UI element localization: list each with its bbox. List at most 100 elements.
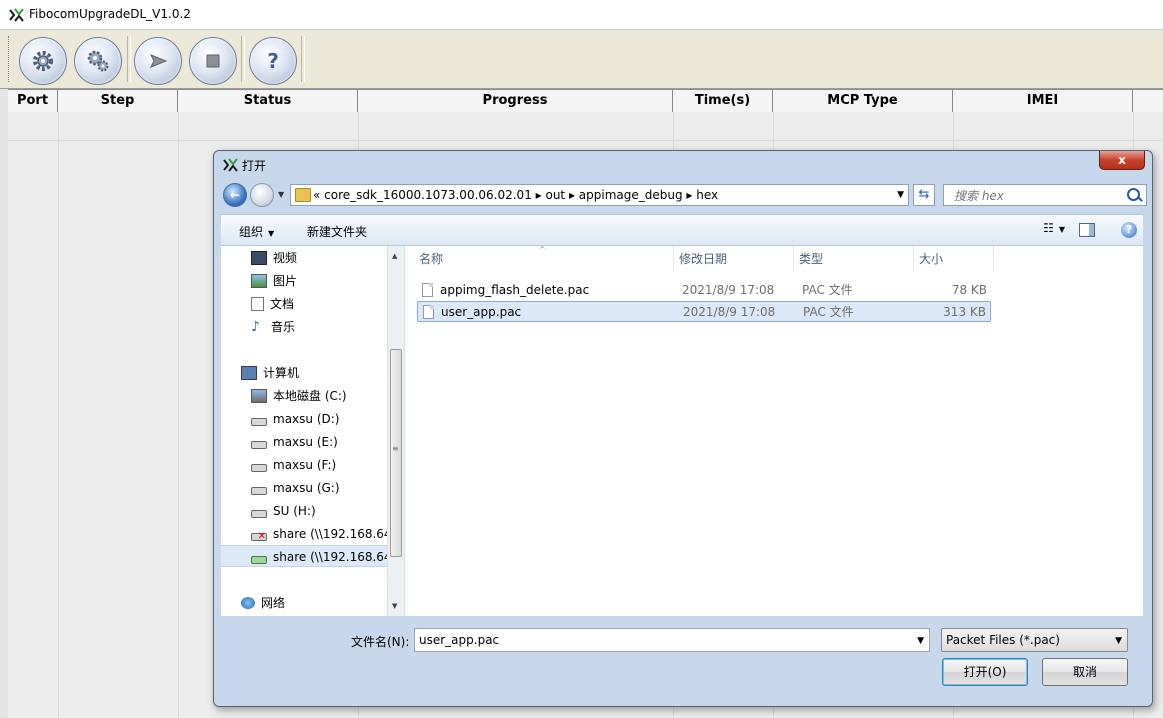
filename-value: user_app.pac [419, 633, 500, 647]
file-row-selected[interactable]: user_app.pac 2021/8/9 17:08 PAC 文件 313 K… [417, 301, 991, 322]
nav-item-label: 网络 [261, 596, 286, 610]
nav-item-label: share (\\192.168.64. [273, 527, 396, 541]
advanced-settings-icon [87, 50, 109, 72]
drive-icon [251, 440, 267, 449]
organize-menu[interactable]: 组织 ▼ [239, 223, 274, 240]
drive-icon [251, 417, 267, 426]
view-options-button[interactable]: ☷ ▼ [1043, 221, 1065, 235]
cancel-button[interactable]: 取消 [1042, 658, 1128, 686]
refresh-button[interactable]: ⇆ [913, 184, 935, 206]
history-dropdown-icon[interactable]: ▼ [278, 190, 284, 199]
toolbar-separator [241, 36, 245, 82]
nav-item-network-share[interactable]: share (\\192.168.64. [221, 545, 387, 567]
back-button[interactable]: ← [223, 183, 247, 207]
document-icon [251, 296, 264, 311]
nav-item-label: 本地磁盘 (C:) [273, 389, 347, 403]
sort-ascending-icon: ^ [539, 245, 546, 254]
video-icon [251, 250, 267, 265]
chevron-down-icon: ▼ [268, 229, 275, 238]
nav-item-computer[interactable]: 计算机 [221, 362, 407, 384]
file-row[interactable]: appimg_flash_delete.pac 2021/8/9 17:08 P… [417, 280, 991, 301]
nav-item-label: 视频 [273, 251, 298, 265]
nav-item-label: maxsu (G:) [273, 481, 340, 495]
nav-item-label: maxsu (D:) [273, 412, 340, 426]
computer-icon [241, 365, 257, 380]
column-header-type[interactable]: 类型 [794, 246, 914, 272]
chevron-down-icon: ▼ [1058, 225, 1065, 234]
nav-item-label: 文档 [270, 297, 295, 311]
dialog-app-icon [223, 158, 238, 172]
address-dropdown-icon[interactable]: ▼ [897, 190, 904, 200]
file-type: PAC 文件 [803, 305, 854, 319]
scroll-down-icon[interactable]: ▼ [392, 602, 397, 610]
network-icon [241, 596, 255, 609]
file-icon [422, 283, 433, 297]
column-header-port[interactable]: Port [8, 90, 58, 112]
stop-button[interactable] [189, 37, 237, 85]
chevron-down-icon[interactable]: ▼ [917, 636, 924, 646]
nav-item-label: 计算机 [263, 366, 300, 380]
network-drive-icon [251, 555, 267, 564]
settings-icon [33, 51, 53, 71]
advanced-settings-button[interactable] [74, 37, 122, 85]
column-header-name[interactable]: 名称 ^ [414, 245, 674, 272]
music-icon: ♪ [251, 318, 260, 335]
start-button[interactable] [134, 37, 182, 85]
column-header-step[interactable]: Step [58, 90, 178, 112]
nav-item-label: maxsu (E:) [273, 435, 338, 449]
breadcrumb[interactable]: « core_sdk_16000.1073.00.06.02.01 ▸ out … [313, 185, 718, 205]
help-icon: ? [267, 49, 279, 73]
settings-button[interactable] [19, 37, 67, 85]
refresh-icon: ⇆ [918, 187, 930, 202]
file-size: 313 KB [943, 305, 986, 319]
toolbar-separator [127, 36, 131, 82]
preview-pane-button[interactable] [1079, 223, 1095, 237]
navigation-scrollbar[interactable]: ▲ ≡ ▼ [387, 246, 404, 616]
new-folder-button[interactable]: 新建文件夹 [307, 223, 367, 240]
forward-button[interactable] [250, 183, 274, 207]
file-type-select[interactable]: Packet Files (*.pac) ▼ [941, 628, 1128, 652]
nav-item-label: 图片 [273, 274, 298, 288]
stop-icon [206, 54, 220, 68]
close-icon: x [1118, 153, 1126, 167]
column-header-progress[interactable]: Progress [358, 90, 673, 112]
column-header-status[interactable]: Status [178, 90, 358, 112]
open-button[interactable]: 打开(O) [942, 658, 1028, 686]
network-drive-disconnected-icon: ✕ [251, 531, 267, 541]
view-list-icon: ☷ [1043, 221, 1054, 235]
scroll-up-icon[interactable]: ▲ [392, 252, 397, 260]
app-logo-icon [9, 8, 24, 22]
search-icon[interactable] [1127, 188, 1140, 201]
folder-icon [295, 188, 311, 202]
dialog-title: 打开 [242, 159, 267, 173]
column-header-imei[interactable]: IMEI [953, 90, 1133, 112]
toolbar-grip[interactable] [8, 36, 12, 82]
app-titlebar: FibocomUpgradeDL_V1.0.2 [0, 0, 1163, 30]
svg-text:?: ? [267, 49, 279, 73]
column-header-mcp-type[interactable]: MCP Type [773, 90, 953, 112]
file-name: user_app.pac [441, 305, 522, 319]
local-disk-icon [251, 388, 267, 403]
column-header-time[interactable]: Time(s) [673, 90, 773, 112]
grid-header: Port Step Status Progress Time(s) MCP Ty… [8, 89, 1163, 113]
nav-item-network[interactable]: 网络 [221, 592, 407, 614]
drive-icon [251, 486, 267, 495]
address-bar[interactable]: « core_sdk_16000.1073.00.06.02.01 ▸ out … [290, 184, 909, 206]
help-icon: ? [1125, 223, 1133, 236]
search-box[interactable] [943, 184, 1147, 206]
command-bar: 组织 ▼ 新建文件夹 ☷ ▼ ? [221, 214, 1143, 246]
organize-label: 组织 [239, 225, 264, 239]
picture-icon [251, 273, 267, 288]
column-header-size[interactable]: 大小 [914, 246, 994, 272]
help-button[interactable]: ? [249, 37, 297, 85]
dialog-footer: 文件名(N): user_app.pac ▼ Packet Files (*.p… [214, 617, 1152, 707]
dialog-close-button[interactable]: x [1099, 151, 1145, 170]
nav-item-label: maxsu (F:) [273, 458, 337, 472]
scrollbar-thumb[interactable] [390, 349, 402, 557]
drive-icon [251, 463, 267, 472]
search-input[interactable] [952, 186, 1126, 206]
dialog-help-button[interactable]: ? [1121, 222, 1137, 238]
filename-input[interactable]: user_app.pac ▼ [414, 628, 930, 652]
column-header-date[interactable]: 修改日期 [674, 246, 794, 272]
file-list: 名称 ^ 修改日期 类型 大小 appimg_flash_delete.pac … [414, 245, 1143, 616]
